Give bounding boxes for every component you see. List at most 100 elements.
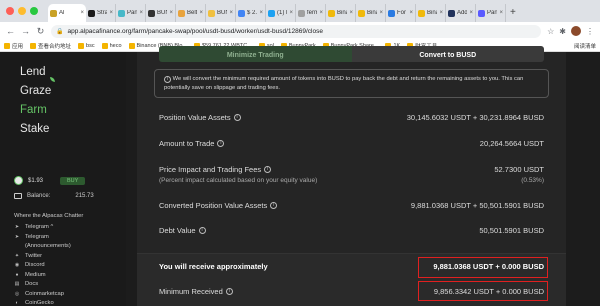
browser-tab[interactable]: Strat× [86, 4, 116, 22]
tab-favicon [268, 9, 275, 17]
tab-favicon [178, 9, 185, 17]
community-link-label: Coinmarketcap [25, 290, 64, 297]
info-icon[interactable]: i [270, 202, 278, 209]
close-tab-icon[interactable]: × [319, 10, 323, 16]
amount-to-trade-label: Amount to Trade [159, 139, 215, 148]
community-link[interactable]: ✦ Twitter [14, 253, 42, 259]
community-link-label: Telegram [25, 233, 49, 240]
price-impact-percent: (0.53%) [521, 177, 544, 184]
balance-label: Balance: [27, 193, 51, 199]
docs-icon: ▤ [14, 281, 20, 287]
bookmark-item[interactable]: bsc [78, 42, 95, 49]
receive-label: You will receive approximately [159, 262, 268, 271]
community-link[interactable]: ▤ Docs [14, 281, 39, 287]
minimize-window-button[interactable] [18, 7, 26, 15]
nav-stake[interactable]: Stake [20, 123, 49, 135]
bookmark-item[interactable]: 应用 [4, 42, 23, 50]
tab-title: BUN [157, 10, 167, 16]
tab-convert-to-busd[interactable]: Convert to BUSD [351, 46, 544, 62]
close-tab-icon[interactable]: × [289, 10, 293, 16]
close-tab-icon[interactable]: × [109, 10, 113, 16]
price-impact-note: (Percent impact calculated based on your… [159, 177, 318, 184]
twitter-icon: ✦ [14, 252, 20, 259]
close-tab-icon[interactable]: × [259, 10, 263, 16]
browser-tab[interactable]: Binar× [326, 4, 356, 22]
tab-favicon [50, 9, 57, 17]
tab-favicon [388, 9, 395, 17]
bookmark-item[interactable]: heco [101, 42, 122, 49]
buy-button[interactable]: BUY [60, 176, 86, 185]
tab-title: Strat [97, 10, 107, 16]
info-icon[interactable]: i [233, 114, 241, 121]
community-link[interactable]: ● Medium [14, 271, 46, 278]
close-tab-icon[interactable]: × [349, 10, 353, 16]
close-tab-icon[interactable]: × [379, 10, 383, 16]
community-link[interactable]: ◐ CoinGecko [14, 300, 54, 306]
browser-tab[interactable]: $ 2.6× [236, 4, 266, 22]
address-bar[interactable]: 🔒 app.alpacafinance.org/farm/pancake-swa… [51, 24, 542, 38]
extensions-icon[interactable]: ✱ [559, 27, 566, 36]
reload-icon[interactable]: ↻ [36, 26, 45, 37]
nav-graze[interactable]: Graze [20, 85, 51, 97]
forward-icon[interactable]: → [21, 26, 30, 36]
browser-tab[interactable]: BUN× [146, 4, 176, 22]
tab-title: (1) H [277, 10, 287, 16]
browser-tab[interactable]: BUN× [206, 4, 236, 22]
browser-tab[interactable]: Binar× [356, 4, 386, 22]
close-tab-icon[interactable]: × [199, 10, 203, 16]
token-price: $1.93 [28, 177, 44, 184]
community-link[interactable]: ◉ Discord [14, 262, 45, 268]
price-impact-row: Price Impact and Trading Fees i 52.7300 U… [159, 165, 544, 174]
bookmark-icon [30, 42, 37, 49]
tab-favicon [118, 9, 125, 17]
info-icon[interactable]: i [217, 140, 225, 147]
close-window-button[interactable] [6, 7, 14, 15]
community-link[interactable]: ➤ Telegram [14, 234, 49, 240]
tab-favicon [298, 9, 305, 17]
new-tab-button[interactable]: + [506, 4, 520, 22]
converted-assets-label: Converted Position Value Assets [159, 201, 268, 210]
tab-favicon [358, 9, 365, 17]
tab-title: Panc [127, 10, 138, 16]
bookmark-icon [4, 42, 10, 49]
close-tab-icon[interactable]: × [499, 10, 503, 16]
browser-tab-bar: Al×Strat×Panc×BUN×Belt×BUN×$ 2.6×(1) H×f… [0, 0, 600, 22]
back-icon[interactable]: ← [6, 26, 15, 36]
star-icon[interactable]: ☆ [547, 27, 554, 36]
close-tab-icon[interactable]: × [80, 10, 84, 16]
browser-tab[interactable]: Panc× [116, 4, 146, 22]
browser-tab[interactable]: (1) H× [266, 4, 296, 22]
community-link[interactable]: (Announcements) [14, 243, 71, 249]
url-text: app.alpacafinance.org/farm/pancake-swap/… [67, 27, 323, 35]
tab-minimize-trading[interactable]: Minimize Trading [159, 46, 352, 62]
community-link-label: Medium [25, 271, 46, 278]
community-link-label: CoinGecko [25, 300, 54, 306]
browser-tab[interactable]: ferm× [296, 4, 326, 22]
browser-tab[interactable]: Belt × [176, 4, 206, 22]
close-tab-icon[interactable]: × [439, 10, 443, 16]
info-icon[interactable]: i [225, 288, 233, 295]
browser-tab[interactable]: ForTu× [386, 4, 416, 22]
bookmark-item[interactable]: 查看合约地址 [30, 42, 71, 50]
browser-tab[interactable]: Addr× [446, 4, 476, 22]
nav-lend[interactable]: Lend [20, 66, 46, 78]
info-icon[interactable]: i [198, 227, 206, 234]
close-tab-icon[interactable]: × [169, 10, 173, 16]
community-link[interactable]: ◎ Coinmarketcap [14, 291, 64, 297]
nav-farm[interactable]: Farm [20, 104, 47, 116]
browser-tab[interactable]: Pang× [476, 4, 506, 22]
community-link[interactable]: ➤ Telegram ^ [14, 224, 53, 230]
tab-title: Pang [487, 10, 498, 16]
info-icon[interactable]: i [264, 166, 272, 173]
close-tab-icon[interactable]: × [469, 10, 473, 16]
reading-list[interactable]: 阅读清单 [574, 42, 596, 50]
menu-icon[interactable]: ⋮ [586, 27, 594, 36]
close-tab-icon[interactable]: × [229, 10, 233, 16]
browser-tab[interactable]: Al × [48, 4, 86, 22]
profile-avatar[interactable] [571, 26, 581, 36]
close-tab-icon[interactable]: × [409, 10, 413, 16]
browser-tab[interactable]: Binar× [416, 4, 446, 22]
position-value-row: Position Value Assets i 30,145.6032 USDT … [159, 113, 544, 122]
close-tab-icon[interactable]: × [139, 10, 143, 16]
maximize-window-button[interactable] [30, 7, 38, 15]
